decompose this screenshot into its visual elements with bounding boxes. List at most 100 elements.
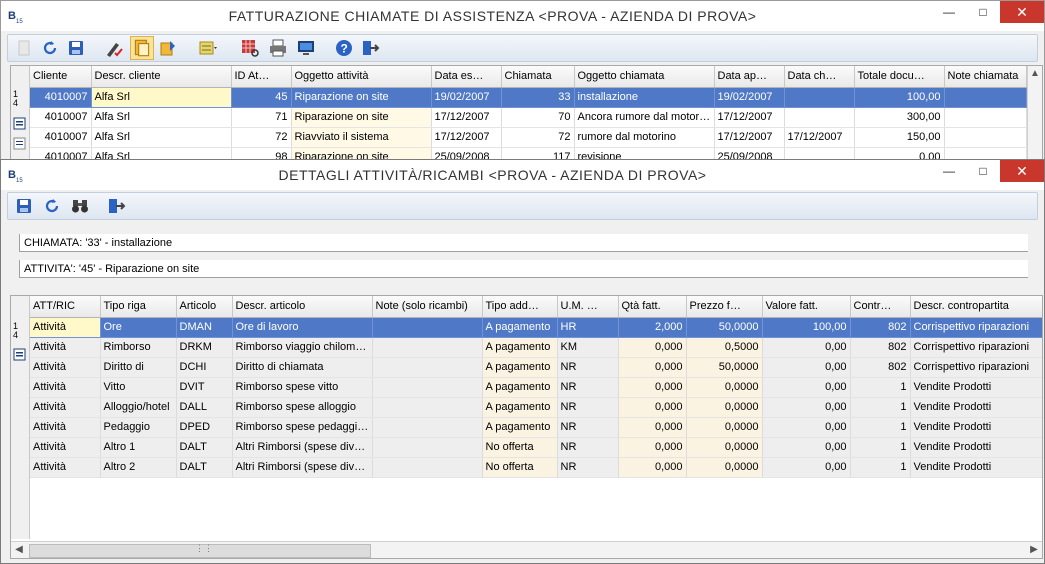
- table-cell[interactable]: 50,0000: [686, 357, 763, 378]
- table-cell[interactable]: No offerta: [482, 437, 558, 458]
- table-cell[interactable]: Corrispettivo riparazioni: [910, 357, 1042, 378]
- table-cell[interactable]: 0,0000: [686, 377, 763, 398]
- table-cell[interactable]: [372, 377, 483, 398]
- table-cell[interactable]: 33: [501, 87, 575, 108]
- table-cell[interactable]: Corrispettivo riparazioni: [910, 317, 1042, 338]
- table-cell[interactable]: Vendite Prodotti: [910, 397, 1042, 418]
- table-cell[interactable]: Altro 2: [100, 457, 177, 478]
- table-cell[interactable]: 0,000: [618, 337, 687, 358]
- table-cell[interactable]: 72: [231, 127, 292, 148]
- table-row[interactable]: Attività Altro 1 DALT Altri Rimborsi (spese…: [30, 437, 1042, 458]
- table-cell[interactable]: NR: [557, 397, 619, 418]
- table-cell[interactable]: Altri Rimborsi (spese div…: [232, 457, 373, 478]
- table-cell[interactable]: A pagamento: [482, 317, 558, 338]
- table-cell[interactable]: [372, 437, 483, 458]
- column-header[interactable]: Cliente: [30, 66, 92, 88]
- table-cell[interactable]: rumore dal motorino: [574, 127, 715, 148]
- table-cell[interactable]: NR: [557, 377, 619, 398]
- table-cell[interactable]: 45: [231, 87, 292, 108]
- table-cell[interactable]: 0,000: [618, 417, 687, 438]
- column-header[interactable]: ATT/RIC: [30, 296, 101, 318]
- table-cell[interactable]: 70: [501, 107, 575, 128]
- table-row[interactable]: Attività Ore DMAN Ore di lavoro A pagamento H…: [30, 317, 1042, 338]
- details-horizontal-scrollbar[interactable]: ◀ ⋮⋮ ▶: [11, 541, 1042, 558]
- column-header[interactable]: U.M. …: [557, 296, 619, 318]
- column-header[interactable]: Note (solo ricambi): [372, 296, 483, 318]
- table-cell[interactable]: [944, 107, 1027, 128]
- table-cell[interactable]: 17/12/2007: [431, 107, 502, 128]
- edit-icon[interactable]: [104, 38, 124, 58]
- list-icon[interactable]: [198, 38, 218, 58]
- table-cell[interactable]: 17/12/2007: [431, 127, 502, 148]
- table-cell[interactable]: DPED: [176, 417, 233, 438]
- table-cell[interactable]: 19/02/2007: [714, 87, 785, 108]
- maximize-button[interactable]: □: [966, 1, 1000, 23]
- table-cell[interactable]: [372, 357, 483, 378]
- table-cell[interactable]: 0,000: [618, 377, 687, 398]
- table-cell[interactable]: 17/12/2007: [714, 107, 785, 128]
- table-cell[interactable]: 0,5000: [686, 337, 763, 358]
- table-cell[interactable]: 1: [850, 377, 911, 398]
- table-cell[interactable]: Rimborso spese vitto: [232, 377, 373, 398]
- monitor-icon[interactable]: [296, 38, 316, 58]
- table-cell[interactable]: A pagamento: [482, 417, 558, 438]
- column-header[interactable]: Chiamata: [501, 66, 575, 88]
- column-header[interactable]: ID At…: [231, 66, 292, 88]
- table-cell[interactable]: [784, 87, 855, 108]
- table-cell[interactable]: Vendite Prodotti: [910, 417, 1042, 438]
- table-cell[interactable]: Alfa Srl: [91, 87, 232, 108]
- table-cell[interactable]: [372, 417, 483, 438]
- table-cell[interactable]: [372, 337, 483, 358]
- table-cell[interactable]: 802: [850, 317, 911, 338]
- column-header[interactable]: Descr. articolo: [232, 296, 373, 318]
- table-cell[interactable]: HR: [557, 317, 619, 338]
- table-cell[interactable]: 802: [850, 337, 911, 358]
- table-cell[interactable]: DVIT: [176, 377, 233, 398]
- column-header[interactable]: Prezzo f…: [686, 296, 763, 318]
- table-cell[interactable]: Diritto di: [100, 357, 177, 378]
- table-cell[interactable]: A pagamento: [482, 377, 558, 398]
- table-cell[interactable]: 100,00: [854, 87, 945, 108]
- table-cell[interactable]: 17/12/2007: [714, 127, 785, 148]
- table-cell[interactable]: NR: [557, 457, 619, 478]
- table-cell[interactable]: 4010007: [30, 127, 92, 148]
- column-header[interactable]: Qtà fatt.: [618, 296, 687, 318]
- table-cell[interactable]: DCHI: [176, 357, 233, 378]
- scroll-left-arrow[interactable]: ◀: [11, 542, 27, 558]
- column-header[interactable]: Note chiamata: [944, 66, 1027, 88]
- table-cell[interactable]: 0,0000: [686, 417, 763, 438]
- column-header[interactable]: Data ch…: [784, 66, 855, 88]
- table-cell[interactable]: 17/12/2007: [784, 127, 855, 148]
- table-cell[interactable]: KM: [557, 337, 619, 358]
- table-cell[interactable]: Alfa Srl: [91, 127, 232, 148]
- table-cell[interactable]: Alloggio/hotel: [100, 397, 177, 418]
- table-cell[interactable]: 4010007: [30, 107, 92, 128]
- column-header[interactable]: Totale docu…: [854, 66, 945, 88]
- table-cell[interactable]: Rimborso spese alloggio: [232, 397, 373, 418]
- table-cell[interactable]: [944, 127, 1027, 148]
- table-cell[interactable]: 300,00: [854, 107, 945, 128]
- table-cell[interactable]: 150,00: [854, 127, 945, 148]
- close-button[interactable]: ✕: [1000, 1, 1044, 23]
- scroll-thumb[interactable]: ⋮⋮: [29, 543, 371, 558]
- binoculars-icon[interactable]: [70, 196, 90, 216]
- table-cell[interactable]: DALT: [176, 437, 233, 458]
- table-cell[interactable]: DALL: [176, 397, 233, 418]
- table-cell[interactable]: Vendite Prodotti: [910, 437, 1042, 458]
- table-cell[interactable]: 0,00: [762, 417, 851, 438]
- table-cell[interactable]: 0,00: [762, 337, 851, 358]
- column-header[interactable]: Tipo add…: [482, 296, 558, 318]
- table-cell[interactable]: [944, 87, 1027, 108]
- table-cell[interactable]: NR: [557, 437, 619, 458]
- table-cell[interactable]: 0,00: [762, 397, 851, 418]
- table-cell[interactable]: Ore di lavoro: [232, 317, 373, 338]
- table-cell[interactable]: Attività: [30, 397, 101, 418]
- column-header[interactable]: Descr. contropartita: [910, 296, 1042, 318]
- table-cell[interactable]: 0,0000: [686, 437, 763, 458]
- print-icon[interactable]: [268, 38, 288, 58]
- table-cell[interactable]: Diritto di chiamata: [232, 357, 373, 378]
- table-cell[interactable]: A pagamento: [482, 397, 558, 418]
- table-cell[interactable]: 1: [850, 457, 911, 478]
- table-cell[interactable]: No offerta: [482, 457, 558, 478]
- table-cell[interactable]: DRKM: [176, 337, 233, 358]
